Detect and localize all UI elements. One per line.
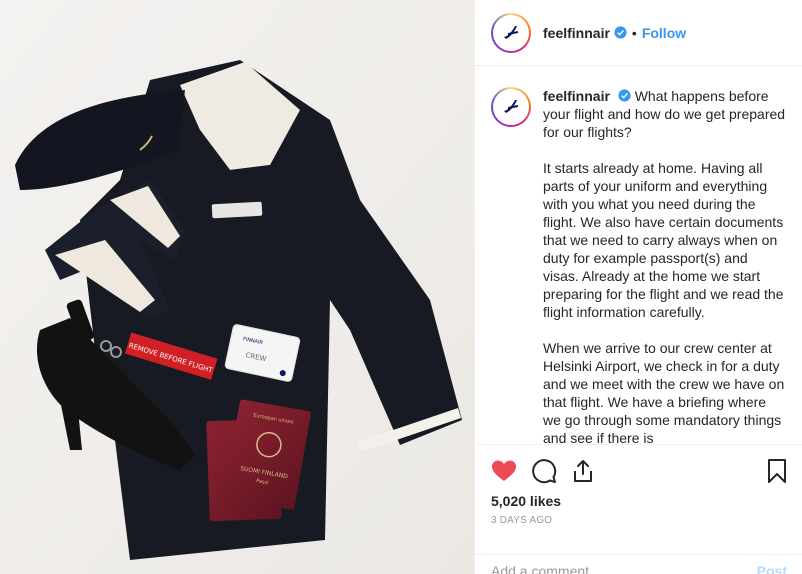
caption-area: feelfinnair What happens before your fli… xyxy=(475,67,802,444)
caption-text: feelfinnair What happens before your fli… xyxy=(543,87,787,444)
heart-icon xyxy=(492,460,516,481)
verified-badge-icon xyxy=(618,89,631,102)
comment-input[interactable] xyxy=(491,563,757,574)
post-timestamp[interactable]: 3 DAYS AGO xyxy=(491,515,787,526)
verified-badge-icon xyxy=(614,26,627,39)
like-button[interactable] xyxy=(491,451,531,491)
separator-dot: • xyxy=(631,24,637,41)
instagram-post-modal: REMOVE BEFORE FLIGHT FINNAIR CREW Euroop… xyxy=(0,0,802,574)
comment-form: Post xyxy=(475,554,802,574)
header-username[interactable]: feelfinnair xyxy=(543,25,610,41)
comment-icon xyxy=(532,459,557,484)
action-icons xyxy=(491,445,787,497)
post-actions: 5,020 likes 3 DAYS AGO xyxy=(475,444,802,526)
save-button[interactable] xyxy=(747,451,787,491)
caption: feelfinnair What happens before your fli… xyxy=(491,87,787,444)
caption-username[interactable]: feelfinnair xyxy=(543,88,610,104)
likes-count[interactable]: 5,020 likes xyxy=(491,493,787,509)
post-header: feelfinnair • Follow xyxy=(475,0,802,66)
share-button[interactable] xyxy=(571,451,611,491)
post-side-panel: feelfinnair • Follow feelfinnair What ha… xyxy=(474,0,802,574)
finnair-logo-icon xyxy=(504,25,518,39)
profile-avatar[interactable] xyxy=(491,12,531,53)
share-icon xyxy=(574,460,592,482)
bookmark-icon xyxy=(768,459,786,483)
comment-button[interactable] xyxy=(531,451,571,491)
caption-paragraph-3: When we arrive to our crew center at Hel… xyxy=(543,340,785,444)
finnair-logo-icon xyxy=(504,100,518,113)
follow-button[interactable]: Follow xyxy=(642,25,686,41)
post-comment-button[interactable]: Post xyxy=(757,563,787,574)
caption-avatar[interactable] xyxy=(491,87,531,127)
uniform-flatlay-illustration: REMOVE BEFORE FLIGHT FINNAIR CREW Euroop… xyxy=(0,0,474,574)
caption-paragraph-2: It starts already at home. Having all pa… xyxy=(543,160,784,320)
post-photo[interactable]: REMOVE BEFORE FLIGHT FINNAIR CREW Euroop… xyxy=(0,0,474,574)
